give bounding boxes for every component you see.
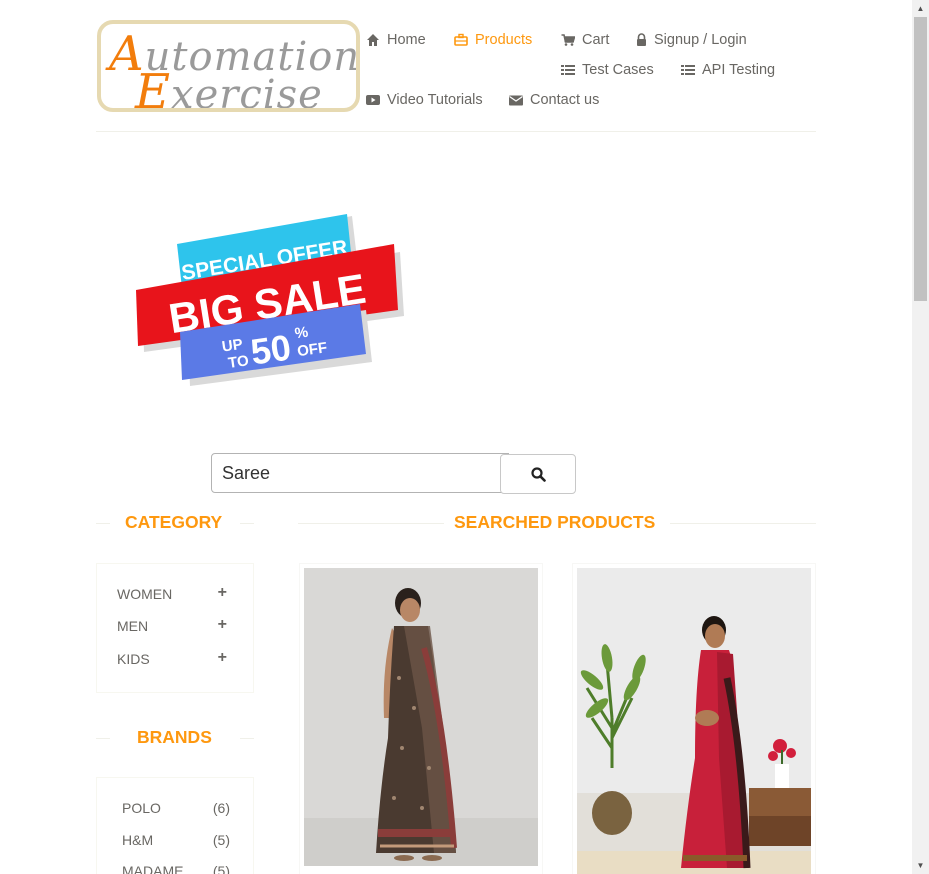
logo-line-2: Exercise (135, 64, 323, 112)
list-icon (681, 65, 695, 75)
nav-products[interactable]: Products (454, 32, 532, 48)
products-icon (454, 33, 468, 46)
scroll-up-arrow-icon[interactable]: ▲ (912, 0, 929, 17)
category-label: KIDS (117, 651, 150, 667)
category-title-line-left (96, 523, 110, 524)
search-button[interactable] (500, 454, 576, 494)
category-label: MEN (117, 618, 149, 634)
banner-fifty: 50 (248, 326, 293, 372)
search-icon (530, 466, 546, 482)
brands-panel: POLO (6) H&M (5) MADAME (5) (96, 777, 254, 874)
plus-icon[interactable]: + (218, 650, 227, 667)
scroll-thumb[interactable] (914, 17, 927, 301)
plus-icon[interactable]: + (218, 585, 227, 602)
brand-label: H&M (122, 832, 154, 848)
category-item-kids[interactable]: KIDS + (117, 650, 227, 668)
envelope-icon (509, 95, 523, 106)
products-title-line-right (670, 523, 816, 524)
nav-home-label: Home (387, 32, 426, 48)
category-label: WOMEN (117, 586, 173, 602)
nav-signup-login[interactable]: Signup / Login (636, 32, 747, 48)
category-item-men[interactable]: MEN + (117, 617, 227, 635)
category-title-line-right (240, 523, 254, 524)
brand-label: MADAME (122, 863, 184, 874)
lock-icon (637, 33, 646, 46)
brand-count: (6) (212, 800, 230, 816)
nav-signup-login-label: Signup / Login (654, 32, 747, 48)
brand-count: (5) (212, 863, 230, 874)
category-panel: WOMEN + MEN + KIDS + (96, 563, 254, 693)
nav-products-label: Products (475, 32, 533, 48)
product-image[interactable] (304, 568, 538, 866)
nav-contact-us[interactable]: Contact us (509, 92, 599, 108)
youtube-play-icon (366, 95, 380, 105)
brand-count: (5) (212, 832, 230, 848)
nav-contact-us-label: Contact us (530, 92, 600, 108)
searched-products-title: SEARCHED PRODUCTS (454, 512, 656, 532)
header-divider (96, 131, 816, 132)
home-icon (367, 34, 379, 46)
list-icon (561, 65, 575, 75)
logo-cap-e: E (135, 64, 172, 112)
brand-item-hm[interactable]: H&M (5) (122, 832, 230, 848)
banner-percent: % (294, 324, 310, 343)
product-image[interactable] (577, 568, 811, 874)
banner-to: TO (227, 352, 250, 372)
products-title-line-left (298, 523, 444, 524)
brands-title: BRANDS (137, 727, 212, 747)
nav-api-testing[interactable]: API Testing (681, 62, 775, 78)
nav-test-cases[interactable]: Test Cases (561, 62, 654, 78)
brand-item-madame[interactable]: MADAME (5) (122, 863, 230, 874)
product-card (299, 563, 543, 874)
shopping-cart-icon (561, 34, 575, 46)
nav-api-testing-label: API Testing (702, 62, 776, 78)
nav-test-cases-label: Test Cases (582, 62, 654, 78)
brand-label: POLO (122, 800, 161, 816)
nav-home[interactable]: Home (366, 32, 426, 48)
plus-icon[interactable]: + (218, 617, 227, 634)
nav-video-tutorials[interactable]: Video Tutorials (366, 92, 483, 108)
nav-video-tutorials-label: Video Tutorials (387, 92, 483, 108)
brands-title-line-left (96, 738, 110, 739)
logo-text-2: xercise (171, 72, 323, 112)
scroll-down-arrow-icon[interactable]: ▼ (912, 857, 929, 874)
nav-cart-label: Cart (582, 32, 610, 48)
sale-banner: SPECIAL OFFER BIG SALE UP TO 50 % OFF (136, 214, 404, 386)
nav-cart[interactable]: Cart (561, 32, 609, 48)
brands-title-line-right (240, 738, 254, 739)
category-item-women[interactable]: WOMEN + (117, 585, 227, 603)
category-title: CATEGORY (125, 512, 223, 532)
brand-item-polo[interactable]: POLO (6) (122, 800, 230, 816)
search-input[interactable] (211, 453, 509, 493)
page-scrollbar[interactable]: ▲ ▼ (912, 0, 929, 874)
site-logo[interactable]: Automation Exercise (97, 20, 360, 112)
product-card (572, 563, 816, 874)
